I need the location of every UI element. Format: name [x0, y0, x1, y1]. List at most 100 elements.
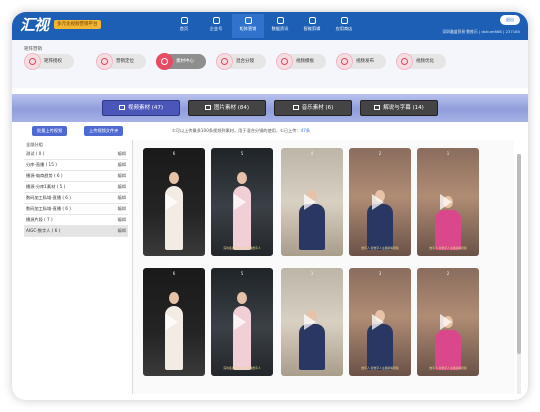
group-edit-button[interactable]: 编辑: [118, 193, 126, 203]
play-icon: [234, 194, 246, 210]
tab-label: 图片素材: [213, 105, 236, 111]
video-caption: 数字人·新数字人主播讲解视频: [361, 366, 399, 370]
presenter-figure: [367, 310, 393, 370]
video-index: 5: [240, 271, 244, 276]
group-edit-button[interactable]: 编辑: [118, 160, 126, 170]
logout-button[interactable]: 退出: [500, 15, 520, 25]
group-edit-button[interactable]: 编辑: [118, 149, 126, 159]
video-caption: 深圳鑫盛贸易·全屏主播数字人: [223, 366, 261, 370]
category-label: 视频模板: [296, 59, 314, 64]
category-label: 视频发布: [356, 59, 374, 64]
group-row[interactable]: 播源片段 ( 7 ) 编辑: [24, 215, 128, 226]
video-thumbnail[interactable]: 4: [281, 148, 343, 256]
group-edit-button[interactable]: 编辑: [118, 171, 126, 181]
nav-item-store[interactable]: 应用商店: [328, 14, 360, 38]
video-caption: 数字人·新数字人主播讲解视频: [361, 246, 399, 250]
template-icon: [276, 53, 293, 70]
upload-tip: ①可以上传最多100条视频到素材，用于混合分镜的使用，①已上传：47条: [172, 128, 310, 134]
scrollbar-thumb[interactable]: [517, 154, 521, 354]
play-icon: [372, 194, 384, 210]
presenter-figure: [435, 316, 461, 370]
group-row[interactable]: 测试 ( 0 ) 编辑: [24, 149, 128, 160]
group-edit-button[interactable]: 编辑: [118, 215, 126, 225]
group-row[interactable]: 播源-分库1素材 ( 5 ) 编辑: [24, 182, 128, 193]
category-label: 视频优化: [416, 59, 434, 64]
play-icon: [440, 194, 452, 210]
top-navigation-bar: 汇视 多元化视频营销平台 首页 企业号 矩阵营销 数据资讯 智能剪辑 应用商店 …: [12, 12, 528, 40]
edit-icon: [308, 17, 316, 24]
video-thumbnail[interactable]: 5 深圳鑫盛贸易·全屏主播数字人: [211, 268, 273, 376]
tab-label: 解说与字幕: [383, 105, 411, 111]
category-label: 矩阵授权: [44, 59, 62, 64]
nav-item-data[interactable]: 数据资讯: [264, 14, 296, 38]
video-thumbnail[interactable]: 3: [281, 268, 343, 376]
presenter-figure: [367, 190, 393, 250]
video-thumbnail[interactable]: 3 数字人·新数字人主播讲解视频: [349, 268, 411, 376]
category-label: 营销定位: [116, 59, 134, 64]
play-icon: [304, 314, 316, 330]
nav-item-edit[interactable]: 智能剪辑: [296, 14, 328, 38]
category-template[interactable]: 视频模板: [276, 53, 326, 70]
material-type-bar: 视频素材 (47) 图片素材 (84) 音乐素材 (6) 解说与字幕 (14): [12, 94, 528, 122]
subtitle-icon: [374, 104, 381, 110]
nav-item-matrix[interactable]: 矩阵营销: [232, 14, 264, 38]
group-row[interactable]: 数码加工私域-直播 ( 6 ) 编辑: [24, 193, 128, 204]
mix-icon: [216, 53, 233, 70]
video-thumbnail[interactable]: 1 数字人·新数字人主播讲解视频: [417, 148, 479, 256]
tab-label: 音乐素材: [301, 105, 324, 111]
group-label: 数码加工私域-直播 ( 6 ): [26, 206, 71, 211]
group-label: 测试 ( 0 ): [26, 151, 45, 156]
batch-upload-video-button[interactable]: 批量上传视频: [32, 126, 68, 136]
category-authorize[interactable]: 矩阵授权: [24, 53, 74, 70]
group-list: 全部分组 测试 ( 0 ) 编辑 分库-直播 ( 15 ) 编辑 播源-电商趋势 (…: [24, 140, 128, 396]
video-thumbnail[interactable]: 6: [143, 268, 205, 376]
category-label: 素材中心: [176, 59, 194, 64]
category-label: 混合分镜: [236, 59, 254, 64]
video-caption: 数字人·新数字人主播讲解视频: [429, 366, 467, 370]
upload-folder-button[interactable]: 上传视频文件夹: [84, 126, 124, 136]
group-label: 数码加工私域-直播 ( 6 ): [26, 195, 71, 200]
uploaded-count-link[interactable]: 47条: [301, 128, 311, 133]
group-label: 播源片段 ( 7 ): [26, 217, 53, 222]
tab-count: (6): [325, 105, 334, 111]
tab-subtitle-material[interactable]: 解说与字幕 (14): [360, 100, 438, 116]
group-edit-button[interactable]: 编辑: [118, 226, 126, 236]
video-index: 2: [378, 151, 382, 156]
video-index: 6: [172, 271, 176, 276]
category-material[interactable]: 素材中心: [156, 53, 206, 70]
group-edit-button[interactable]: 编辑: [118, 182, 126, 192]
tab-image-material[interactable]: 图片素材 (84): [188, 100, 266, 116]
nav-item-home[interactable]: 首页: [168, 14, 200, 38]
tab-count: (84): [237, 105, 250, 111]
group-row[interactable]: 播源-电商趋势 ( 6 ) 编辑: [24, 171, 128, 182]
video-thumbnail[interactable]: 2 数字人·新数字人主播讲解视频: [349, 148, 411, 256]
video-thumbnail[interactable]: 2 数字人·新数字人主播讲解视频: [417, 268, 479, 376]
video-icon: [118, 104, 125, 110]
tab-video-material[interactable]: 视频素材 (47): [102, 100, 180, 116]
grid-scrollbar[interactable]: [517, 154, 521, 394]
video-thumbnail[interactable]: 6: [143, 148, 205, 256]
category-target[interactable]: 营销定位: [96, 53, 146, 70]
enterprise-icon: [212, 17, 220, 24]
nav-label: 应用商店: [335, 26, 353, 31]
video-index: 5: [240, 151, 244, 156]
category-mix[interactable]: 混合分镜: [216, 53, 266, 70]
authorize-icon: [24, 53, 41, 70]
group-row-selected[interactable]: AIGC-数字人 ( 6 ) 编辑: [24, 226, 128, 237]
category-optimize[interactable]: 视频优化: [396, 53, 446, 70]
user-info: 深圳鑫盛贸易·数推乐 | dshuer668 | 237180: [442, 29, 520, 34]
tab-music-material[interactable]: 音乐素材 (6): [274, 100, 352, 116]
play-icon: [372, 314, 384, 330]
play-icon: [166, 314, 178, 330]
group-label: 播源-分库1素材 ( 5 ): [26, 184, 66, 189]
video-thumbnail[interactable]: 5 深圳鑫盛贸易·全屏主播数字人: [211, 148, 273, 256]
group-edit-button[interactable]: 编辑: [118, 204, 126, 214]
category-publish[interactable]: 视频发布: [336, 53, 386, 70]
group-row[interactable]: 数码加工私域-直播 ( 6 ) 编辑: [24, 204, 128, 215]
tip-text: ①可以上传最多100条视频到素材，用于混合分镜的使用，①已上传：: [172, 128, 301, 133]
video-index: 3: [310, 271, 314, 276]
nav-item-enterprise[interactable]: 企业号: [200, 14, 232, 38]
group-row[interactable]: 分库-直播 ( 15 ) 编辑: [24, 160, 128, 171]
app-logo: 汇视: [20, 16, 49, 34]
category-panel: 矩阵营销 矩阵授权 营销定位 素材中心 混合分镜 视频模板 视频发布 视频优化: [12, 40, 528, 88]
